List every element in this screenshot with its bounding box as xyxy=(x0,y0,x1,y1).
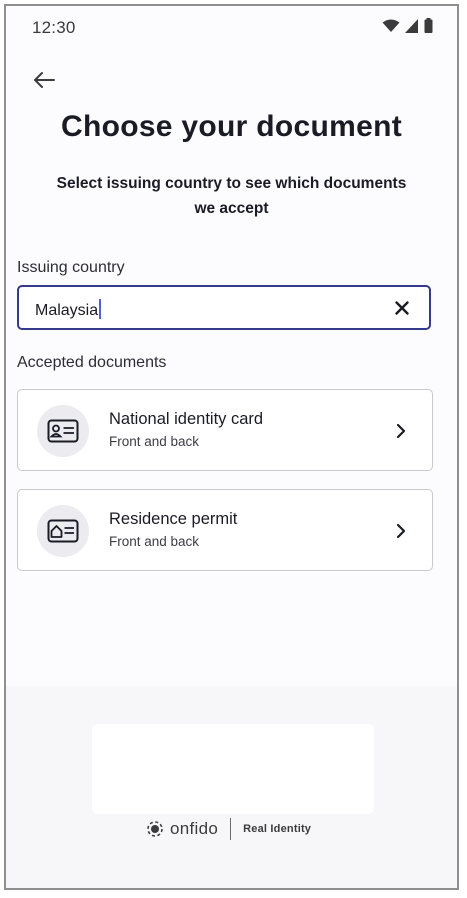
document-option-residence-permit[interactable]: Residence permit Front and back xyxy=(17,489,433,571)
country-field-label: Issuing country xyxy=(17,259,125,276)
status-icons xyxy=(382,18,433,33)
status-bar: 12:30 xyxy=(6,6,457,46)
status-time: 12:30 xyxy=(32,18,76,37)
document-sides: Front and back xyxy=(109,434,200,449)
documents-section-label: Accepted documents xyxy=(17,354,167,371)
footer-card xyxy=(92,724,374,814)
document-icon-badge xyxy=(37,505,89,557)
app-screen: 12:30 Choose your document Select issuin… xyxy=(4,4,459,890)
text-caret xyxy=(99,299,101,319)
clear-country-button[interactable] xyxy=(393,299,411,317)
country-input-value: Malaysia xyxy=(35,302,99,319)
document-option-national-id[interactable]: National identity card Front and back xyxy=(17,389,433,471)
chevron-right-icon xyxy=(396,423,406,439)
residence-permit-icon xyxy=(47,519,79,543)
document-icon-badge xyxy=(37,405,89,457)
wifi-icon xyxy=(382,19,400,32)
brand-divider xyxy=(230,818,232,840)
page-title: Choose your document xyxy=(60,110,403,143)
country-input-value-wrap: Malaysia xyxy=(35,299,101,320)
id-card-icon xyxy=(47,419,79,443)
close-icon xyxy=(395,301,409,315)
country-search-input[interactable]: Malaysia xyxy=(17,285,431,330)
back-button[interactable] xyxy=(30,66,58,94)
brand-tagline: Real Identity xyxy=(243,823,312,835)
document-sides: Front and back xyxy=(109,534,200,549)
onfido-brand: onfido Real Identity xyxy=(146,818,311,840)
battery-icon xyxy=(424,18,433,33)
arrow-left-icon xyxy=(34,72,55,88)
document-name: National identity card xyxy=(109,410,264,428)
document-name: Residence permit xyxy=(109,510,238,528)
cellular-signal-icon xyxy=(405,18,418,33)
page-subtitle: Select issuing country to see which docu… xyxy=(56,175,407,217)
onfido-logo-icon xyxy=(147,821,163,837)
brand-name: onfido xyxy=(170,819,219,838)
chevron-right-icon xyxy=(396,523,406,539)
